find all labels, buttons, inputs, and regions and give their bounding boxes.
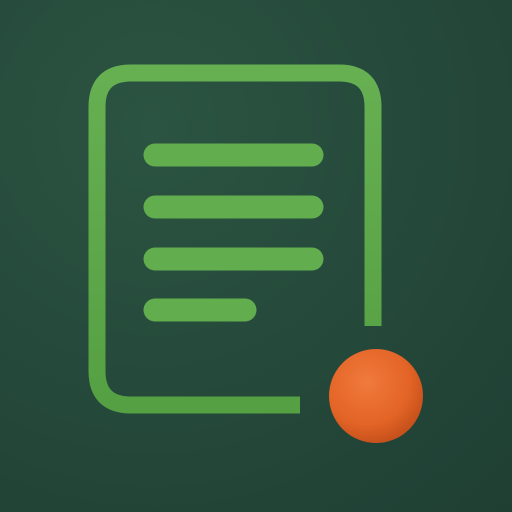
document-outline <box>88 64 382 414</box>
document-with-notification-icon <box>88 64 423 443</box>
document-text-lines <box>143 143 324 322</box>
app-icon <box>0 0 512 512</box>
notification-dot <box>329 349 423 443</box>
